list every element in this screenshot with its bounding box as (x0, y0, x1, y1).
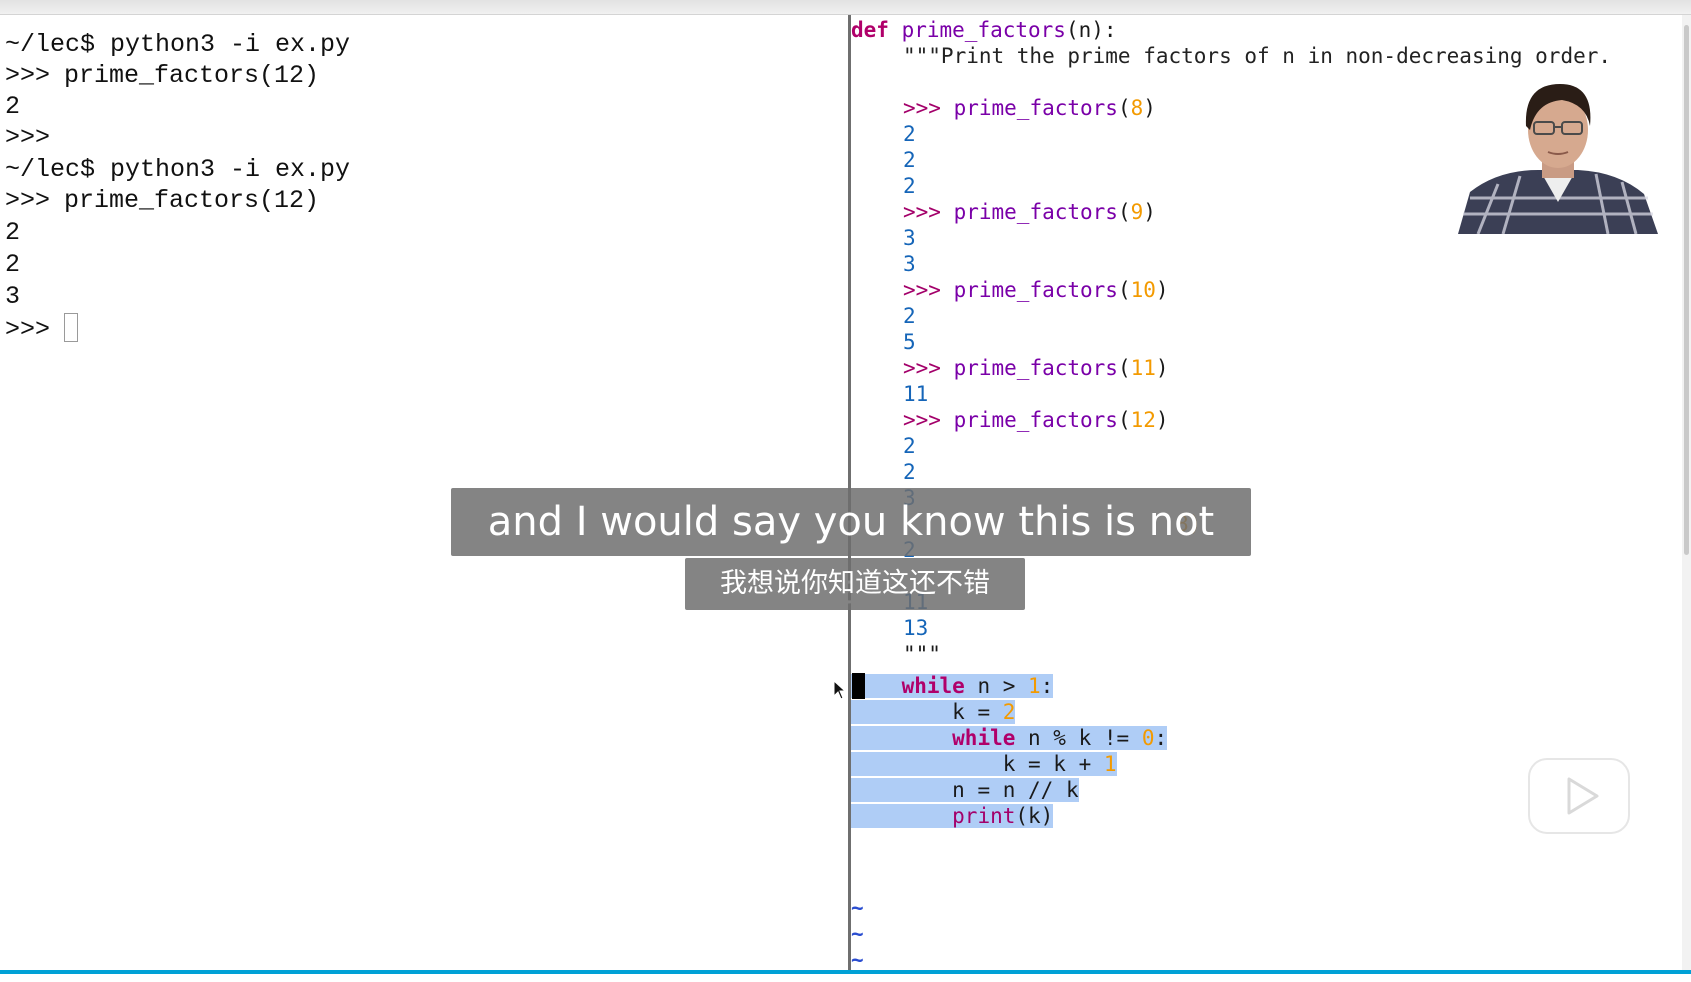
code-line: k = 2 (851, 699, 1016, 725)
doctest-call: >>> prime_factors(8) (903, 96, 1156, 120)
play-button[interactable] (1525, 735, 1633, 837)
terminal-line: ~/lec$ python3 -i ex.py (5, 155, 351, 184)
repl-prompt: >>> (5, 123, 51, 152)
editor-line: def prime_factors(n): (851, 18, 1117, 42)
subtitle-english: and I would say you know this is not bad (451, 488, 1251, 613)
terminal-line: 2 (5, 92, 21, 121)
scrollbar-thumb[interactable] (1684, 25, 1689, 555)
editor-line: """Print the prime factors of n in non-d… (903, 44, 1612, 68)
doctest-call: >>> prime_factors(10) (903, 278, 1169, 302)
terminal-line: >>> prime_factors(12) (5, 61, 320, 90)
doctest-call: >>> prime_factors(12) (903, 408, 1169, 432)
doctest-output: 11 (903, 382, 929, 406)
window-title-strip (0, 0, 1691, 15)
empty-line-marker: ~ (851, 896, 864, 920)
code-line: while n > 1: (851, 673, 1054, 699)
presenter-image (1458, 74, 1658, 234)
doctest-output: 2 (903, 174, 916, 198)
editor-scrollbar[interactable] (1682, 15, 1691, 970)
play-icon (1528, 750, 1630, 834)
docstring-close: """ (903, 642, 941, 666)
terminal-line: >>> prime_factors(12) (5, 186, 320, 215)
doctest-output: 5 (903, 330, 916, 354)
terminal-line: 3 (5, 282, 21, 311)
doctest-output: 2 (903, 122, 916, 146)
terminal-line: 2 (5, 250, 21, 279)
terminal-line[interactable]: >>> (5, 313, 79, 345)
doctest-output: 3 (903, 226, 916, 250)
doctest-output: 3 (903, 252, 916, 276)
doctest-output: 2 (903, 460, 916, 484)
video-progress-bar[interactable] (0, 970, 1691, 974)
terminal-line: ~/lec$ python3 -i ex.py (5, 30, 351, 59)
doctest-output: 2 (903, 148, 916, 172)
terminal-line: >>> (5, 122, 64, 154)
presenter-webcam (1458, 74, 1658, 234)
empty-line-marker: ~ (851, 948, 864, 970)
empty-line-marker: ~ (851, 922, 864, 946)
repl-prompt: >>> (5, 61, 51, 90)
mouse-pointer-icon (833, 680, 847, 700)
code-line: n = n // k (851, 777, 1079, 803)
doctest-call: >>> prime_factors(9) (903, 200, 1156, 224)
doctest-call: >>> prime_factors(11) (903, 356, 1169, 380)
repl-prompt: >>> (5, 315, 51, 344)
code-line: print(k) (851, 803, 1054, 829)
repl-prompt: >>> (5, 186, 51, 215)
terminal-line: 2 (5, 218, 21, 247)
doctest-output: 13 (903, 616, 929, 640)
doctest-output: 2 (903, 434, 916, 458)
code-line: k = k + 1 (851, 751, 1117, 777)
subtitle-chinese: 我想说你知道这还不错 (685, 558, 1025, 610)
editor-block-cursor (852, 673, 865, 699)
code-line: while n % k != 0: (851, 725, 1168, 751)
doctest-output: 2 (903, 304, 916, 328)
terminal-cursor (64, 313, 79, 342)
